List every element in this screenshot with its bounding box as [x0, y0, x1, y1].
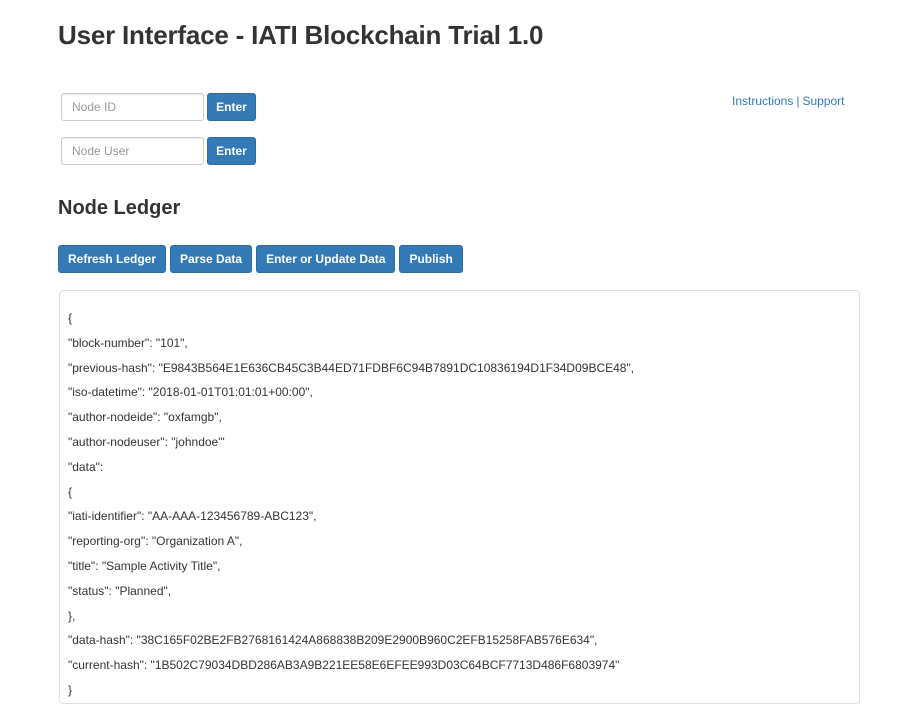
publish-button[interactable]: Publish: [399, 245, 463, 273]
node-user-row: Enter: [61, 137, 256, 165]
node-user-enter-button[interactable]: Enter: [207, 137, 256, 165]
ledger-line: "block-number": "101",: [68, 335, 188, 350]
page-title: User Interface - IATI Blockchain Trial 1…: [58, 20, 544, 50]
instructions-link[interactable]: Instructions: [732, 94, 793, 108]
ledger-line: "reporting-org": "Organization A",: [68, 534, 243, 549]
ledger-line: "author-nodeide": "oxfamgb",: [68, 410, 222, 425]
enter-update-data-button[interactable]: Enter or Update Data: [256, 245, 396, 273]
ledger-line: {: [68, 311, 73, 325]
ledger-line: "iati-identifier": "AA-AAA-123456789-ABC…: [68, 509, 317, 524]
node-user-input[interactable]: [61, 137, 204, 165]
ledger-line: "data":: [68, 459, 104, 474]
ledger-content[interactable]: { "block-number": "101", "previous-hash"…: [59, 290, 860, 704]
ledger-line: "author-nodeuser": "johndoe"': [68, 434, 225, 449]
ledger-line: {: [68, 484, 73, 499]
page: User Interface - IATI Blockchain Trial 1…: [0, 0, 900, 716]
node-id-input[interactable]: [61, 93, 204, 121]
ledger-line: "current-hash": "1B502C79034DBD286AB3A9B…: [68, 658, 620, 673]
ledger-line: "title": "Sample Activity Title",: [68, 558, 221, 573]
ledger-line: "data-hash": "38C165F02BE2FB2768161424A8…: [68, 633, 598, 648]
support-link[interactable]: Support: [802, 94, 844, 108]
ledger-line: "iso-datetime": "2018-01-01T01:01:01+00:…: [68, 385, 313, 400]
ledger-toolbar: Refresh Ledger Parse Data Enter or Updat…: [58, 245, 463, 273]
node-id-enter-button[interactable]: Enter: [207, 93, 256, 121]
link-separator: |: [796, 94, 800, 108]
ledger-title: Node Ledger: [58, 197, 181, 219]
node-id-row: Enter: [61, 93, 256, 121]
ledger-line: },: [68, 608, 76, 623]
ledger-line: }: [68, 682, 73, 697]
help-links: Instructions | Support: [732, 94, 845, 108]
refresh-ledger-button[interactable]: Refresh Ledger: [58, 245, 167, 273]
ledger-line: "previous-hash": "E9843B564E1E636CB45C3B…: [68, 360, 635, 375]
ledger-line: "status": "Planned",: [68, 583, 172, 598]
parse-data-button[interactable]: Parse Data: [170, 245, 253, 273]
